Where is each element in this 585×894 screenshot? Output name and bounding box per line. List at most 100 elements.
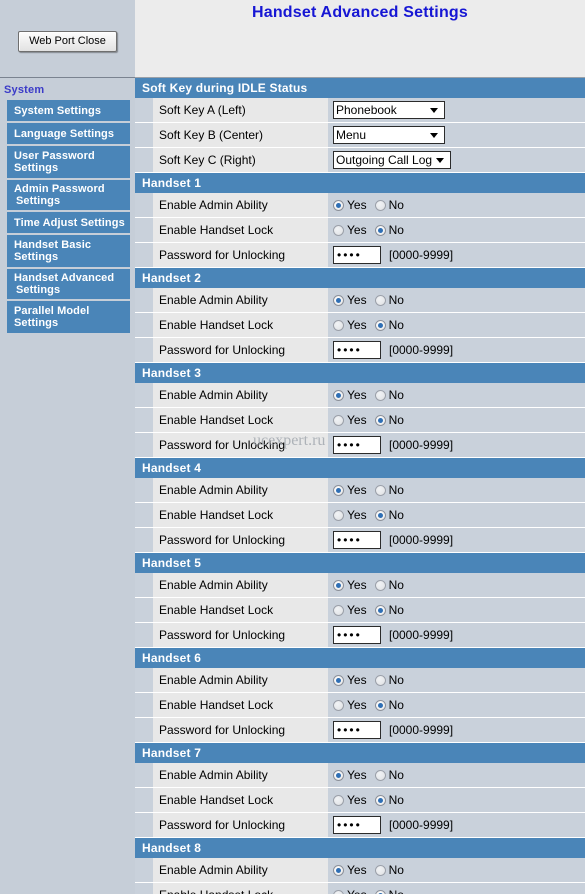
radio-yes-icon[interactable] xyxy=(333,864,344,876)
radio-option-yes[interactable]: Yes xyxy=(333,604,367,616)
radio-yes-icon[interactable] xyxy=(333,414,344,426)
radio-option-yes[interactable]: Yes xyxy=(333,699,367,711)
radio-option-yes[interactable]: Yes xyxy=(333,389,367,401)
row-gutter xyxy=(135,623,153,647)
radio-option-no[interactable]: No xyxy=(374,674,404,686)
radio-option-no[interactable]: No xyxy=(374,199,404,211)
radio-option-no[interactable]: No xyxy=(374,699,404,711)
radio-option-no[interactable]: No xyxy=(374,603,404,617)
radio-option-label: No xyxy=(388,793,404,807)
sidebar-item-parallel-model-settings[interactable]: Parallel Model Settings xyxy=(7,301,130,333)
radio-yes-icon[interactable] xyxy=(333,769,344,781)
row-admin-ability: Enable Admin Ability Yes No xyxy=(135,858,585,883)
radio-no-icon[interactable] xyxy=(374,319,386,331)
sidebar-item-admin-password-settings[interactable]: Admin Password Settings xyxy=(7,180,130,210)
password-input[interactable] xyxy=(333,531,381,549)
password-input[interactable] xyxy=(333,341,381,359)
radio-yes-icon[interactable] xyxy=(333,199,344,211)
softkey-b-select[interactable]: Menu xyxy=(333,126,445,144)
radio-no-icon[interactable] xyxy=(374,484,386,496)
softkey-c-select[interactable]: Outgoing Call Log xyxy=(333,151,451,169)
section-header-handset-2: Handset 2 xyxy=(135,268,585,288)
radio-no-icon[interactable] xyxy=(374,199,386,211)
radio-yes-icon[interactable] xyxy=(333,389,344,401)
radio-option-yes[interactable]: Yes xyxy=(333,224,367,236)
password-input[interactable] xyxy=(333,721,381,739)
radio-option-yes[interactable]: Yes xyxy=(333,484,367,496)
sidebar-item-system-settings[interactable]: System Settings xyxy=(7,100,130,121)
radio-yes-icon[interactable] xyxy=(333,674,344,686)
field-value: Yes No xyxy=(328,598,585,622)
radio-no-icon[interactable] xyxy=(374,889,386,894)
sidebar-item-handset-advanced-settings[interactable]: Handset Advanced Settings xyxy=(7,269,130,299)
radio-yes-icon[interactable] xyxy=(333,319,344,331)
radio-no-icon[interactable] xyxy=(374,294,386,306)
radio-option-no[interactable]: No xyxy=(374,414,404,426)
field-label: Password for Unlocking xyxy=(153,338,328,362)
radio-option-yes[interactable]: Yes xyxy=(333,294,367,306)
radio-option-no[interactable]: No xyxy=(374,793,404,807)
softkey-a-select[interactable]: Phonebook xyxy=(333,101,445,119)
radio-yes-icon[interactable] xyxy=(333,579,344,591)
radio-option-yes[interactable]: Yes xyxy=(333,769,367,781)
password-input[interactable] xyxy=(333,246,381,264)
radio-no-icon[interactable] xyxy=(374,769,386,781)
radio-no-icon[interactable] xyxy=(374,509,386,521)
radio-option-yes[interactable]: Yes xyxy=(333,319,367,331)
radio-option-yes[interactable]: Yes xyxy=(333,864,367,876)
row-handset-lock: Enable Handset Lock Yes No xyxy=(135,218,585,243)
sidebar-item-user-password-settings[interactable]: User Password Settings xyxy=(7,146,130,178)
sidebar-item-time-adjust-settings[interactable]: Time Adjust Settings xyxy=(7,212,130,233)
sidebar-item-language-settings[interactable]: Language Settings xyxy=(7,123,130,144)
radio-option-yes[interactable]: Yes xyxy=(333,674,367,686)
radio-no-icon[interactable] xyxy=(374,389,386,401)
radio-option-yes[interactable]: Yes xyxy=(333,199,367,211)
radio-yes-icon[interactable] xyxy=(333,699,344,711)
field-value: Yes No xyxy=(328,883,585,894)
radio-option-yes[interactable]: Yes xyxy=(333,509,367,521)
row-gutter xyxy=(135,383,153,407)
radio-option-no[interactable]: No xyxy=(374,224,404,236)
row-admin-ability: Enable Admin Ability Yes No xyxy=(135,193,585,218)
password-input[interactable] xyxy=(333,816,381,834)
password-input[interactable] xyxy=(333,436,381,454)
sidebar-item-handset-basic-settings[interactable]: Handset Basic Settings xyxy=(7,235,130,267)
radio-option-no[interactable]: No xyxy=(374,319,404,331)
radio-yes-icon[interactable] xyxy=(333,794,344,806)
radio-option-no[interactable]: No xyxy=(374,864,404,876)
radio-no-icon[interactable] xyxy=(374,224,386,236)
radio-yes-icon[interactable] xyxy=(333,224,344,236)
radio-yes-icon[interactable] xyxy=(333,509,344,521)
radio-no-icon[interactable] xyxy=(374,674,386,686)
radio-option-yes[interactable]: Yes xyxy=(333,794,367,806)
radio-option-yes[interactable]: Yes xyxy=(333,414,367,426)
radio-option-yes[interactable]: Yes xyxy=(333,889,367,894)
radio-option-no[interactable]: No xyxy=(374,389,404,401)
field-label: Enable Handset Lock xyxy=(153,313,328,337)
radio-option-yes[interactable]: Yes xyxy=(333,579,367,591)
radio-no-icon[interactable] xyxy=(374,864,386,876)
password-input[interactable] xyxy=(333,626,381,644)
radio-no-icon[interactable] xyxy=(374,794,386,806)
radio-no-icon[interactable] xyxy=(374,579,386,591)
password-range-hint: [0000-9999] xyxy=(389,438,454,452)
radio-no-icon[interactable] xyxy=(374,699,386,711)
radio-yes-icon[interactable] xyxy=(333,604,344,616)
row-password-unlock: Password for Unlocking [0000-9999] xyxy=(135,813,585,838)
radio-option-no[interactable]: No xyxy=(374,509,404,521)
radio-option-no[interactable]: No xyxy=(374,484,404,496)
radio-no-icon[interactable] xyxy=(374,414,386,426)
softkey-b-select-wrap: Menu xyxy=(333,126,445,144)
radio-option-no[interactable]: No xyxy=(374,579,404,591)
radio-no-icon[interactable] xyxy=(374,604,386,616)
radio-option-no[interactable]: No xyxy=(374,889,404,894)
radio-yes-icon[interactable] xyxy=(333,889,344,894)
radio-option-no[interactable]: No xyxy=(374,294,404,306)
radio-option-no[interactable]: No xyxy=(374,769,404,781)
radio-yes-icon[interactable] xyxy=(333,484,344,496)
web-port-close-button[interactable]: Web Port Close xyxy=(18,31,117,52)
password-range-hint: [0000-9999] xyxy=(389,723,454,737)
radio-group: Yes No xyxy=(333,294,412,306)
radio-yes-icon[interactable] xyxy=(333,294,344,306)
radio-option-label: No xyxy=(388,603,404,617)
